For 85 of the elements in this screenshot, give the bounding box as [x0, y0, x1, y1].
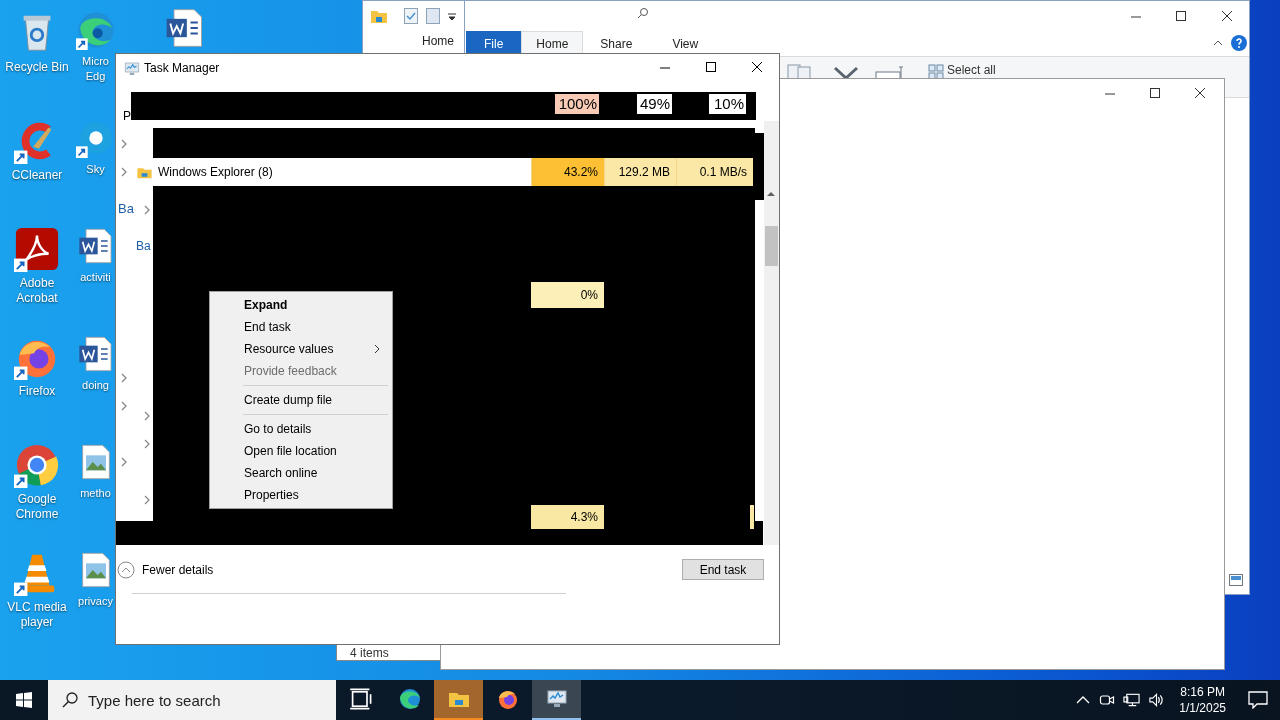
chevron-up-icon[interactable]	[1213, 40, 1223, 46]
ribbon-tab[interactable]: Home	[418, 34, 458, 48]
folder-icon[interactable]	[370, 8, 388, 24]
icon-label: Recycle Bin	[5, 60, 69, 75]
menu-item[interactable]: Go to details	[212, 418, 390, 440]
ribbon-tab[interactable]: View	[657, 31, 714, 56]
table-cell: 0.1 MB/s	[676, 158, 753, 186]
table-cell: 0%	[531, 282, 604, 308]
icon-label: Firefox	[18, 384, 56, 399]
windows-logo-icon	[16, 692, 32, 708]
column-total: 100%	[555, 94, 599, 114]
search-field[interactable]: Type here to search	[48, 680, 336, 720]
icon-label: activiti	[80, 270, 111, 285]
chevron-right-icon[interactable]	[121, 167, 127, 177]
menu-item[interactable]: Open file location	[212, 440, 390, 462]
chevron-right-icon[interactable]	[121, 373, 127, 383]
table-cell: 43.2%	[531, 158, 604, 186]
taskbar-app[interactable]	[532, 680, 581, 720]
menu-item[interactable]: Resource values	[212, 338, 390, 360]
camera-icon[interactable]	[1098, 692, 1116, 708]
volume-icon[interactable]	[1148, 692, 1166, 708]
browser-icon	[397, 687, 422, 711]
task-view-icon	[348, 687, 373, 711]
icon-label: Micro Edg	[81, 54, 110, 84]
menu-item[interactable]: Search online	[212, 462, 390, 484]
chevron-right-icon[interactable]	[121, 401, 127, 411]
icon-label: Sky	[86, 162, 105, 177]
properties-icon[interactable]	[404, 8, 418, 24]
scroll-thumb[interactable]	[765, 226, 778, 266]
group-heading: Ba	[136, 239, 151, 253]
chevron-down-icon[interactable]	[833, 66, 859, 80]
menu-item[interactable]: Expand	[212, 294, 390, 316]
chevron-right-icon[interactable]	[144, 205, 150, 215]
icon-label: privacy	[78, 594, 113, 609]
fewer-details-button[interactable]: Fewer details	[116, 560, 214, 579]
chevron-right-icon[interactable]	[144, 495, 150, 505]
browser-icon[interactable]	[76, 10, 115, 50]
details-view-icon[interactable]	[1229, 574, 1243, 586]
chevron-right-icon[interactable]	[144, 439, 150, 449]
ribbon-tab[interactable]: Share	[585, 31, 648, 56]
icon-label: Google Chrome	[14, 492, 60, 522]
menu-item[interactable]: End task	[212, 316, 390, 338]
document-icon[interactable]	[76, 334, 115, 374]
notification-icon[interactable]	[1248, 691, 1268, 709]
dropdown-icon[interactable]	[448, 13, 456, 21]
select-all-button[interactable]: Select all	[945, 63, 998, 77]
icon-label: VLC media player	[6, 600, 68, 630]
group-heading: Ba	[118, 201, 134, 216]
menu-item[interactable]: Properties	[212, 484, 390, 506]
column-total: 10%	[709, 94, 746, 114]
close-icon[interactable]	[1195, 88, 1205, 98]
scroll-up-icon[interactable]	[767, 191, 775, 196]
browser-icon[interactable]	[14, 442, 60, 488]
close-icon[interactable]	[1222, 11, 1232, 21]
chevron-right-icon[interactable]	[144, 411, 150, 421]
table-cell: 4.3%	[531, 505, 604, 529]
tab-label[interactable]: P	[123, 109, 131, 123]
item-count: 4 items	[350, 646, 389, 660]
search-icon	[62, 692, 78, 708]
close-icon[interactable]	[752, 62, 762, 72]
maximize-icon[interactable]	[1150, 88, 1160, 98]
maximize-icon[interactable]	[1176, 11, 1186, 21]
column-total: 49%	[637, 94, 672, 114]
end-task-button[interactable]: End task	[682, 559, 764, 580]
pdf-icon[interactable]	[14, 226, 60, 272]
table-cell: 129.2 MB	[604, 158, 676, 186]
search-icon[interactable]	[637, 7, 649, 19]
monitor-chart-icon	[123, 60, 141, 78]
icon-label: CCleaner	[11, 168, 63, 183]
icon-label: metho	[80, 486, 111, 501]
grid-icon[interactable]	[928, 64, 944, 80]
window-title: Task Manager	[144, 61, 220, 75]
icon-label: doing	[82, 378, 109, 393]
process-name: Windows Explorer (8)	[158, 165, 273, 179]
scrollbar[interactable]	[764, 121, 779, 545]
help-icon[interactable]	[1231, 35, 1247, 51]
document-icon[interactable]	[76, 226, 115, 266]
chevron-right-icon[interactable]	[121, 139, 127, 149]
maximize-icon[interactable]	[706, 62, 716, 72]
clock-date[interactable]: 1/1/2025	[1179, 700, 1226, 716]
clock-time[interactable]: 8:16 PM	[1180, 684, 1225, 700]
chevron-right-icon[interactable]	[121, 457, 127, 467]
menu-item[interactable]: Create dump file	[212, 389, 390, 411]
network-icon[interactable]	[1123, 692, 1141, 708]
icon-label: Adobe Acrobat	[15, 276, 59, 306]
